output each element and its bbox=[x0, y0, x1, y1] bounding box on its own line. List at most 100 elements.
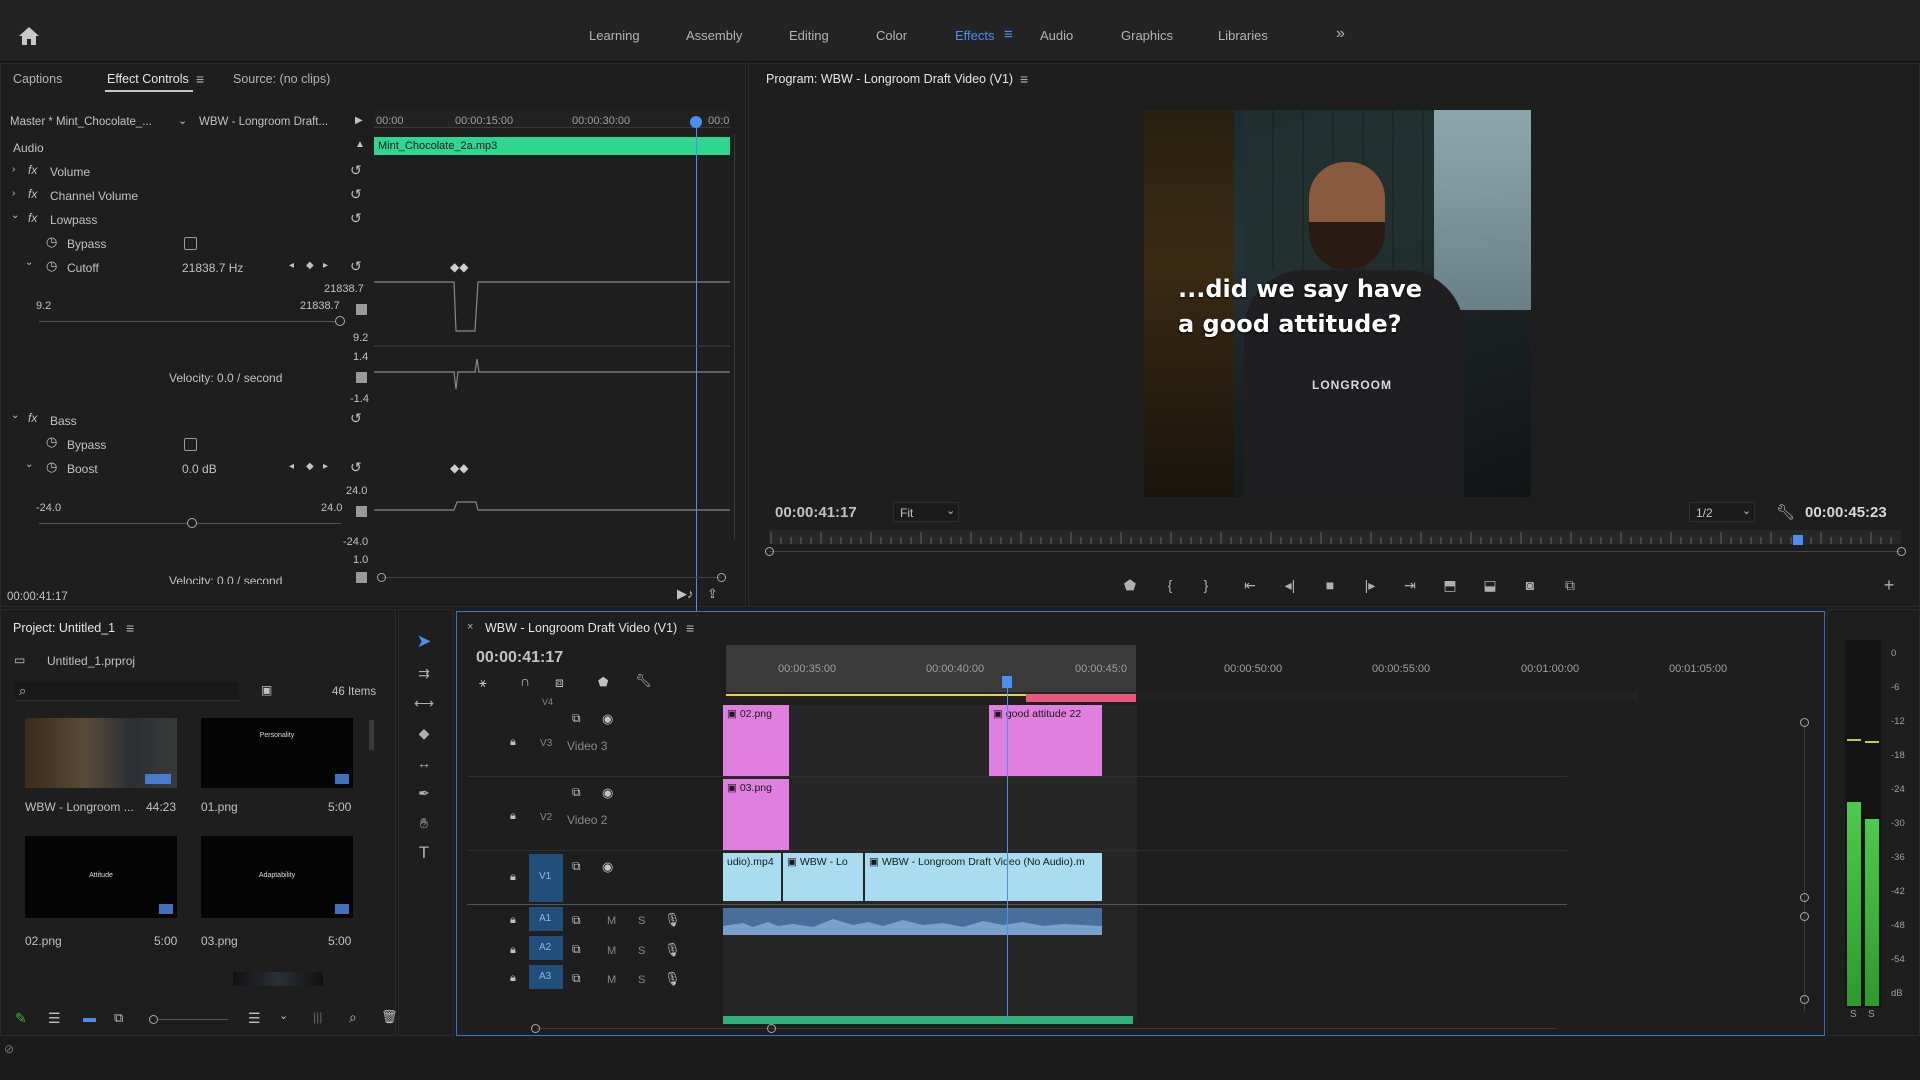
clip-v1-wbw-short[interactable]: ▣ WBW - Lo bbox=[783, 853, 863, 901]
effect-ruler[interactable] bbox=[374, 110, 730, 128]
tab-effect-controls[interactable]: Effect Controls bbox=[107, 72, 189, 86]
stopwatch-icon[interactable]: ◷ bbox=[46, 434, 57, 450]
scroll-handle[interactable] bbox=[377, 573, 386, 582]
expand-arrow-icon[interactable]: › bbox=[12, 164, 15, 175]
eye-icon[interactable]: ◉ bbox=[602, 859, 613, 875]
reset-icon[interactable]: ↺ bbox=[350, 258, 362, 275]
step-back-icon[interactable]: ◂| bbox=[1277, 574, 1303, 596]
status-icon[interactable]: ⊘ bbox=[4, 1042, 14, 1056]
clip-v3-02[interactable]: ▣ 02.png bbox=[723, 705, 789, 776]
eye-icon[interactable]: ◉ bbox=[602, 785, 613, 801]
scroll-handle[interactable] bbox=[1800, 893, 1809, 902]
timeline-playhead-head[interactable] bbox=[1002, 676, 1012, 688]
collapse-icon[interactable]: ▲ bbox=[355, 139, 365, 150]
workspace-libraries[interactable]: Libraries bbox=[1218, 28, 1268, 43]
timeline-vscroll[interactable] bbox=[1804, 722, 1805, 1012]
scroll-handle[interactable] bbox=[531, 1024, 540, 1033]
workspace-color[interactable]: Color bbox=[876, 28, 907, 43]
clip-v1-audio[interactable]: udio).mp4 bbox=[723, 853, 781, 901]
workspace-effects[interactable]: Effects bbox=[955, 28, 995, 43]
marker-icon[interactable]: ⬟ bbox=[1117, 574, 1143, 596]
tab-source[interactable]: Source: (no clips) bbox=[233, 72, 330, 86]
fx-icon[interactable]: fx bbox=[28, 163, 37, 177]
chevron-down-icon[interactable]: ⌄ bbox=[279, 1009, 288, 1022]
pencil-icon[interactable]: ✎ bbox=[15, 1010, 27, 1027]
graph-toggle-icon[interactable] bbox=[356, 372, 367, 383]
collapse-arrow-icon[interactable]: ⌄ bbox=[25, 257, 33, 268]
sync-lock-icon[interactable]: ⧉ bbox=[572, 942, 581, 957]
prev-keyframe-icon[interactable]: ◂ bbox=[289, 260, 294, 271]
snap-icon[interactable]: ∩ bbox=[520, 673, 530, 689]
step-forward-icon[interactable]: |▸ bbox=[1357, 574, 1383, 596]
zoom-handle[interactable] bbox=[1897, 547, 1906, 556]
lock-icon[interactable]: 🔒︎ bbox=[510, 972, 516, 985]
add-keyframe-icon[interactable]: ◆ bbox=[306, 260, 314, 271]
workspace-graphics[interactable]: Graphics bbox=[1121, 28, 1173, 43]
clip-a4-audio[interactable] bbox=[723, 1016, 1133, 1024]
sync-lock-icon[interactable]: ⧉ bbox=[572, 711, 581, 726]
mark-in-icon[interactable]: { bbox=[1157, 574, 1183, 596]
more-workspaces-icon[interactable]: » bbox=[1336, 25, 1345, 43]
reset-icon[interactable]: ↺ bbox=[350, 459, 362, 476]
scroll-handle[interactable] bbox=[1800, 718, 1809, 727]
stopwatch-icon[interactable]: ◷ bbox=[46, 258, 57, 274]
playhead-marker[interactable] bbox=[690, 116, 702, 128]
icon-view-icon[interactable]: ▬ bbox=[83, 1010, 96, 1025]
hand-tool-icon[interactable]: ✋︎ bbox=[411, 812, 437, 834]
go-to-in-icon[interactable]: ⇤ bbox=[1237, 574, 1263, 596]
trash-icon[interactable]: 🗑︎ bbox=[381, 1009, 398, 1025]
vertical-scrollbar[interactable] bbox=[734, 134, 735, 539]
workspace-audio[interactable]: Audio bbox=[1040, 28, 1073, 43]
a1-target-button[interactable]: A1 bbox=[529, 907, 563, 931]
camera-icon[interactable]: ◙ bbox=[1517, 574, 1543, 596]
project-thumbnail[interactable]: Attitude bbox=[25, 836, 177, 918]
clip-v3-good-attitude[interactable]: ▣ good attitude 22 bbox=[989, 705, 1102, 776]
tab-captions[interactable]: Captions bbox=[13, 72, 62, 86]
solo-button[interactable]: S bbox=[638, 915, 645, 927]
find-icon[interactable]: ⌕ bbox=[349, 1009, 357, 1026]
reset-icon[interactable]: ↺ bbox=[350, 186, 362, 203]
video-frame[interactable]: LONGROOM ...did we say have a good attit… bbox=[1144, 110, 1531, 497]
cutoff-slider-thumb[interactable] bbox=[335, 316, 345, 326]
new-bin-icon[interactable]: ▣ bbox=[261, 683, 272, 697]
zoom-slider-track[interactable] bbox=[158, 1019, 228, 1020]
zoom-handle[interactable] bbox=[765, 547, 774, 556]
razor-tool-icon[interactable]: ◆ bbox=[411, 722, 437, 744]
effect-timecode[interactable]: 00:00:41:17 bbox=[7, 591, 68, 603]
mark-out-icon[interactable]: } bbox=[1193, 574, 1219, 596]
wrench-icon[interactable]: 🔧︎ bbox=[1776, 503, 1795, 521]
project-thumbnail[interactable] bbox=[25, 718, 177, 788]
lock-icon[interactable]: 🔒︎ bbox=[510, 736, 516, 749]
timeline-title[interactable]: WBW - Longroom Draft Video (V1) bbox=[485, 621, 677, 635]
reset-icon[interactable]: ↺ bbox=[350, 162, 362, 179]
bass-bypass-checkbox[interactable] bbox=[184, 438, 197, 451]
scroll-handle[interactable] bbox=[717, 573, 726, 582]
resolution-dropdown[interactable]: 1/2 ⌄ bbox=[1689, 502, 1755, 522]
home-icon[interactable] bbox=[18, 26, 40, 46]
solo-button[interactable]: S bbox=[638, 974, 645, 986]
mute-button[interactable]: M bbox=[607, 945, 616, 957]
boost-value[interactable]: 0.0 dB bbox=[182, 462, 217, 476]
lift-icon[interactable]: ⬒ bbox=[1437, 574, 1463, 596]
expand-arrow-icon[interactable]: › bbox=[12, 188, 15, 199]
track-select-icon[interactable]: ⇉ bbox=[411, 662, 437, 684]
nest-icon[interactable]: ⚹ bbox=[479, 675, 487, 691]
play-audio-icon[interactable]: ▶♪ bbox=[677, 586, 694, 602]
selection-tool-icon[interactable]: ➤ bbox=[411, 630, 437, 652]
project-thumbnail[interactable]: Personality bbox=[201, 718, 353, 788]
audio-clip-bar[interactable]: Mint_Chocolate_2a.mp3 bbox=[374, 137, 730, 155]
go-to-out-icon[interactable]: ⇥ bbox=[1397, 574, 1423, 596]
close-icon[interactable]: × bbox=[467, 621, 473, 633]
automate-icon[interactable]: ||| bbox=[313, 1010, 322, 1024]
graph-toggle-icon[interactable] bbox=[356, 304, 367, 315]
a3-target-button[interactable]: A3 bbox=[529, 965, 563, 989]
zoom-dropdown[interactable]: Fit ⌄ bbox=[893, 502, 959, 522]
workspace-learning[interactable]: Learning bbox=[589, 28, 640, 43]
collapse-arrow-icon[interactable]: ⌄ bbox=[11, 210, 19, 221]
microphone-icon[interactable]: 🎙︎ bbox=[664, 971, 681, 987]
effect-scrollbar[interactable] bbox=[382, 577, 722, 578]
lock-icon[interactable]: 🔒︎ bbox=[510, 914, 516, 927]
project-thumbnail[interactable]: Adaptability bbox=[201, 836, 353, 918]
project-scrollbar[interactable] bbox=[369, 720, 374, 750]
sync-lock-icon[interactable]: ⧉ bbox=[572, 859, 581, 874]
